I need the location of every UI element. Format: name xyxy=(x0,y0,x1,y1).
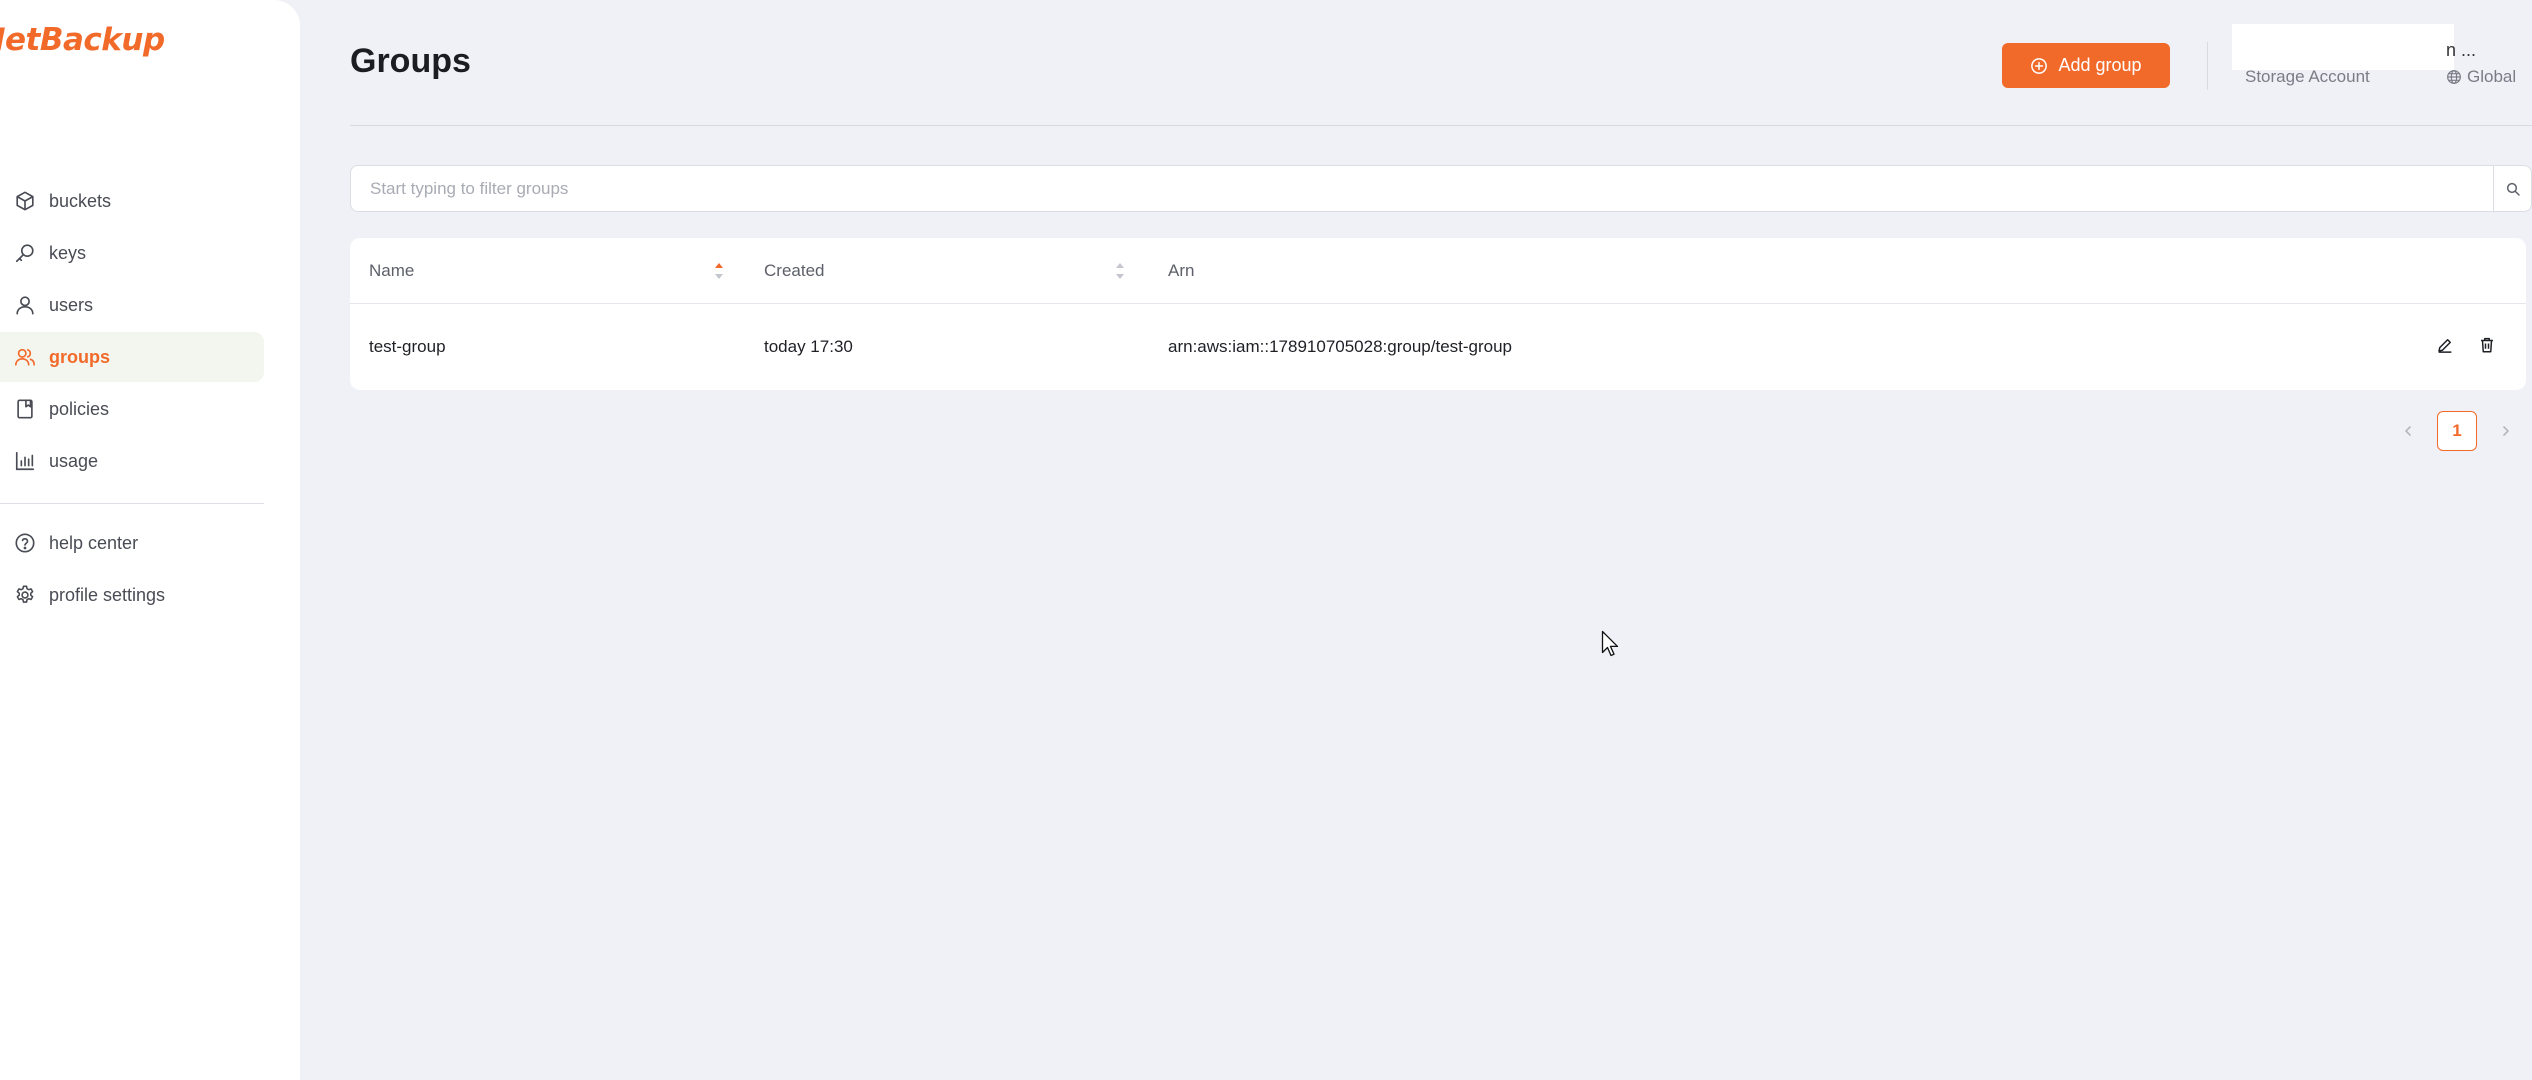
sort-created-icon[interactable] xyxy=(1114,260,1126,282)
sidebar-item-groups[interactable]: groups xyxy=(0,332,264,382)
sidebar-item-buckets[interactable]: buckets xyxy=(0,176,264,226)
search-icon xyxy=(2506,182,2520,196)
add-group-label: Add group xyxy=(2058,55,2142,75)
column-header-arn: Arn xyxy=(1168,261,1195,280)
column-header-name: Name xyxy=(369,261,415,280)
column-header-created: Created xyxy=(764,261,825,280)
account-name-box[interactable] xyxy=(2232,24,2454,70)
page-title: Groups xyxy=(350,42,471,80)
document-icon xyxy=(14,398,36,420)
trash-icon xyxy=(2481,337,2493,353)
group-created-cell: today 17:30 xyxy=(764,336,853,356)
sidebar-item-label: usage xyxy=(49,450,99,471)
sidebar-nav: buckets keys users groups policies usage xyxy=(0,176,264,488)
sidebar-item-label: keys xyxy=(49,242,87,263)
gear-icon xyxy=(14,584,36,606)
account-type: Storage Account xyxy=(2245,67,2370,86)
mouse-cursor-icon xyxy=(1601,630,1619,658)
sidebar-item-users[interactable]: users xyxy=(0,280,264,330)
sidebar-item-label: users xyxy=(49,294,94,315)
cube-icon xyxy=(14,190,36,212)
account-name[interactable]: n ... xyxy=(2446,40,2476,61)
plus-circle-icon xyxy=(2030,57,2048,75)
groups-table: Name Created Arn test-group today 17:30 … xyxy=(350,238,2526,390)
users-group-icon xyxy=(14,346,36,368)
sidebar-item-label: groups xyxy=(49,346,110,367)
region-label: Global xyxy=(2467,67,2517,86)
sidebar-item-policies[interactable]: policies xyxy=(0,384,264,434)
group-name-cell[interactable]: test-group xyxy=(369,304,446,389)
region-selector[interactable]: Global xyxy=(2446,67,2516,87)
jetbackup-logo[interactable]: JetBackup xyxy=(0,22,165,58)
edit-group-button[interactable] xyxy=(2436,336,2456,356)
filter-groups-input[interactable] xyxy=(351,166,2493,211)
sidebar-secondary-nav: help center profile settings xyxy=(0,518,264,622)
bar-chart-icon xyxy=(14,450,36,472)
table-row[interactable]: test-group today 17:30 arn:aws:iam::1789… xyxy=(350,304,2526,389)
sidebar-item-label: buckets xyxy=(49,190,112,211)
prev-page-button[interactable] xyxy=(2398,420,2418,442)
sidebar-item-usage[interactable]: usage xyxy=(0,436,264,486)
table-header: Name Created Arn xyxy=(350,238,2526,304)
search-button[interactable] xyxy=(2493,166,2531,211)
sidebar-item-help-center[interactable]: help center xyxy=(0,518,264,568)
user-icon xyxy=(14,294,36,316)
filter-bar xyxy=(350,165,2532,212)
sidebar-item-keys[interactable]: keys xyxy=(0,228,264,278)
sidebar-item-label: help center xyxy=(49,532,139,553)
page-button-current[interactable]: 1 xyxy=(2437,411,2477,451)
globe-icon xyxy=(2446,69,2462,85)
help-circle-icon xyxy=(14,532,36,554)
header-separator xyxy=(350,125,2532,126)
delete-group-button[interactable] xyxy=(2478,336,2498,356)
sidebar-item-label: profile settings xyxy=(49,584,166,605)
pencil-icon xyxy=(2438,339,2452,353)
chevron-left-icon xyxy=(2404,426,2411,436)
group-arn-cell: arn:aws:iam::178910705028:group/test-gro… xyxy=(1168,336,1513,356)
sort-name-icon[interactable] xyxy=(713,260,725,282)
chevron-right-icon xyxy=(2503,426,2510,436)
add-group-button[interactable]: Add group xyxy=(2002,43,2170,88)
header-divider xyxy=(2207,42,2208,90)
next-page-button[interactable] xyxy=(2496,420,2516,442)
sidebar: JetBackup buckets keys users groups poli… xyxy=(0,0,300,1080)
key-icon xyxy=(14,242,36,264)
sidebar-item-label: policies xyxy=(49,398,110,419)
sidebar-divider xyxy=(0,503,264,504)
sidebar-item-profile-settings[interactable]: profile settings xyxy=(0,570,264,620)
app-root: JetBackup buckets keys users groups poli… xyxy=(0,0,2532,1080)
